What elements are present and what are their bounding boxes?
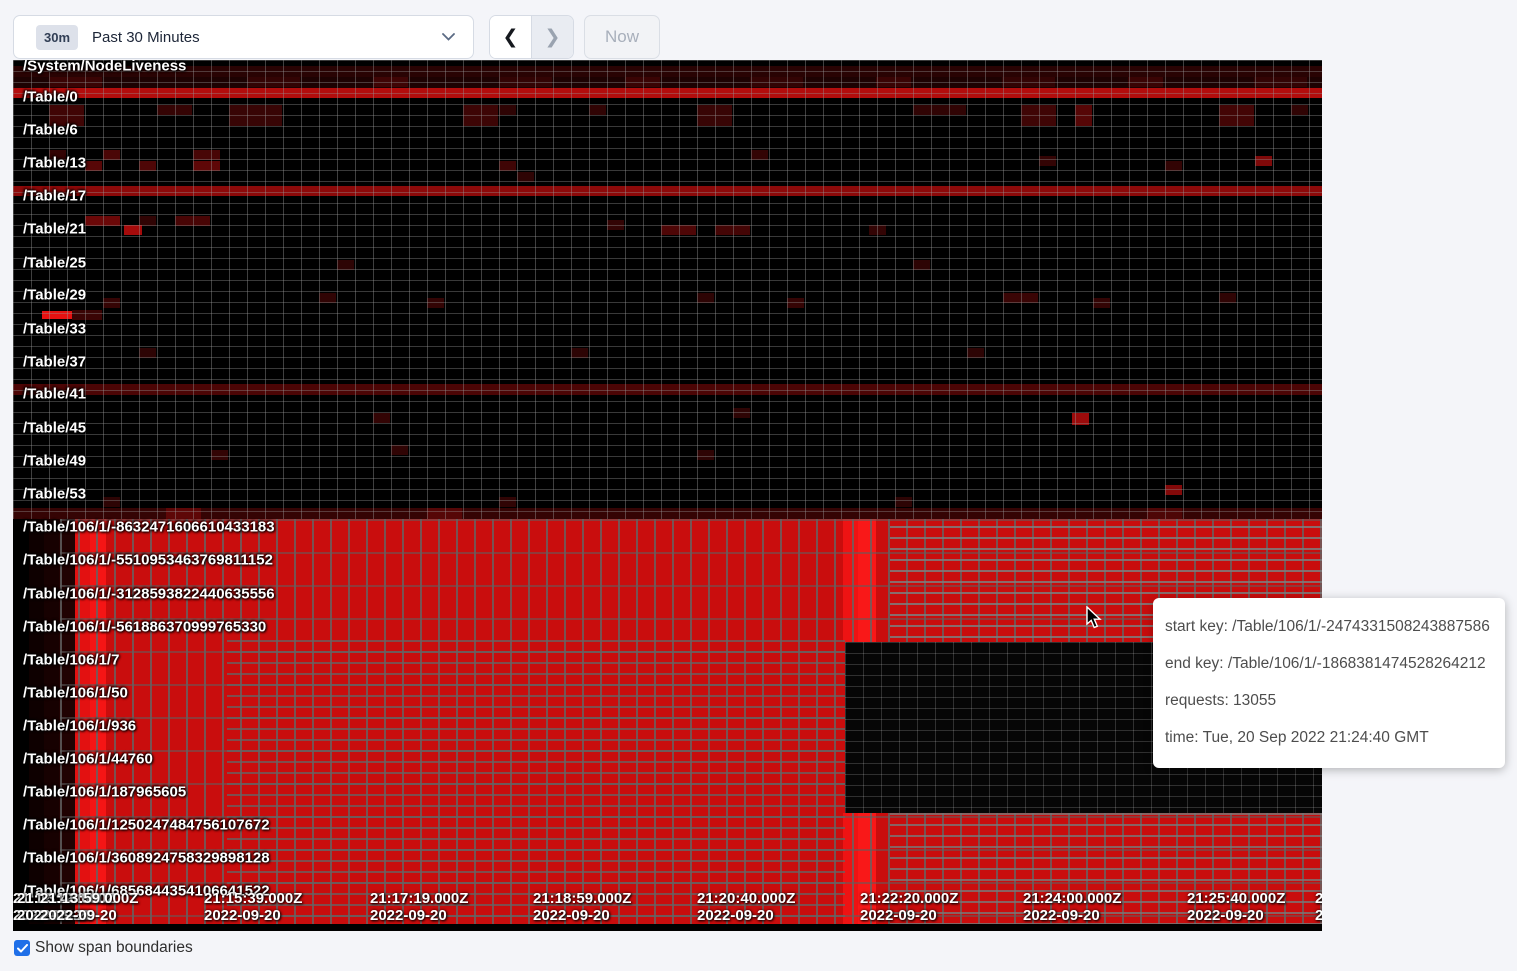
time-range-badge: 30m (36, 25, 78, 50)
tooltip-start-key: start key: /Table/106/1/-247433150824388… (1165, 608, 1493, 645)
heatmap-region (890, 813, 1322, 924)
tooltip-end-key: end key: /Table/106/1/-18683814745282642… (1165, 645, 1493, 682)
span-boundaries-row: Show span boundaries (14, 939, 193, 957)
chevron-left-icon: ❮ (503, 26, 519, 49)
show-span-boundaries-checkbox[interactable] (14, 940, 30, 956)
next-button[interactable]: ❯ (532, 16, 573, 58)
now-button[interactable]: Now (584, 15, 660, 59)
chevron-down-icon (442, 33, 455, 41)
tooltip-requests: requests: 13055 (1165, 682, 1493, 719)
heatmap-region (13, 60, 1322, 520)
heatmap-region (13, 519, 29, 925)
tooltip-time: time: Tue, 20 Sep 2022 21:24:40 GMT (1165, 719, 1493, 756)
key-visualizer-heatmap[interactable]: /System/NodeLiveness/Table/0/Table/6/Tab… (13, 60, 1322, 931)
prev-button[interactable]: ❮ (490, 16, 532, 58)
heatmap-region (13, 924, 1322, 931)
heatmap-region (227, 640, 845, 924)
time-pager: ❮ ❯ (489, 15, 574, 59)
heatmap-region (29, 519, 44, 925)
chevron-right-icon: ❯ (545, 26, 561, 49)
time-range-select[interactable]: 30m Past 30 Minutes (13, 15, 474, 59)
heatmap-region (44, 519, 59, 925)
show-span-boundaries-label: Show span boundaries (35, 939, 193, 957)
heatmap-tooltip: start key: /Table/106/1/-247433150824388… (1153, 598, 1505, 768)
time-range-label: Past 30 Minutes (92, 29, 442, 46)
